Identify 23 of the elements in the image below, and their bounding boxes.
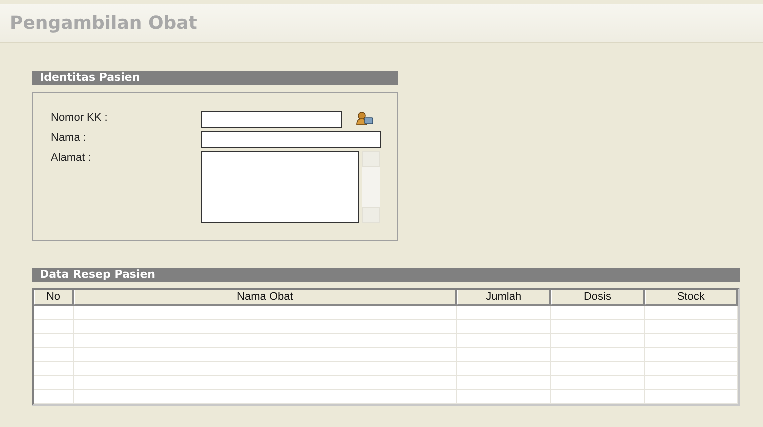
column-header[interactable]: Jumlah: [457, 290, 552, 306]
table-cell: [34, 320, 74, 334]
section-header: Identitas Pasien: [32, 71, 398, 85]
table-cell: [34, 362, 74, 376]
column-header[interactable]: Dosis: [551, 290, 646, 306]
column-header[interactable]: Nama Obat: [74, 290, 458, 306]
table-cell: [34, 306, 74, 320]
table-cell: [34, 334, 74, 348]
field-label: Nama :: [51, 131, 88, 144]
field-label: Nomor KK :: [51, 111, 109, 124]
column-header[interactable]: No: [34, 290, 74, 306]
person-card-icon[interactable]: [356, 112, 374, 126]
table-cell: [34, 376, 74, 390]
scrollbar[interactable]: [362, 151, 380, 223]
table-cell: [34, 348, 74, 362]
section-header: Data Resep Pasien: [32, 268, 740, 282]
input-field[interactable]: [201, 111, 342, 128]
text-area[interactable]: [201, 151, 359, 223]
input-field[interactable]: [201, 131, 381, 148]
column-header[interactable]: Stock: [645, 290, 738, 306]
field-label: Alamat :: [51, 151, 92, 164]
page-title: Pengambilan Obat: [10, 12, 198, 34]
table-cell: [34, 390, 74, 404]
